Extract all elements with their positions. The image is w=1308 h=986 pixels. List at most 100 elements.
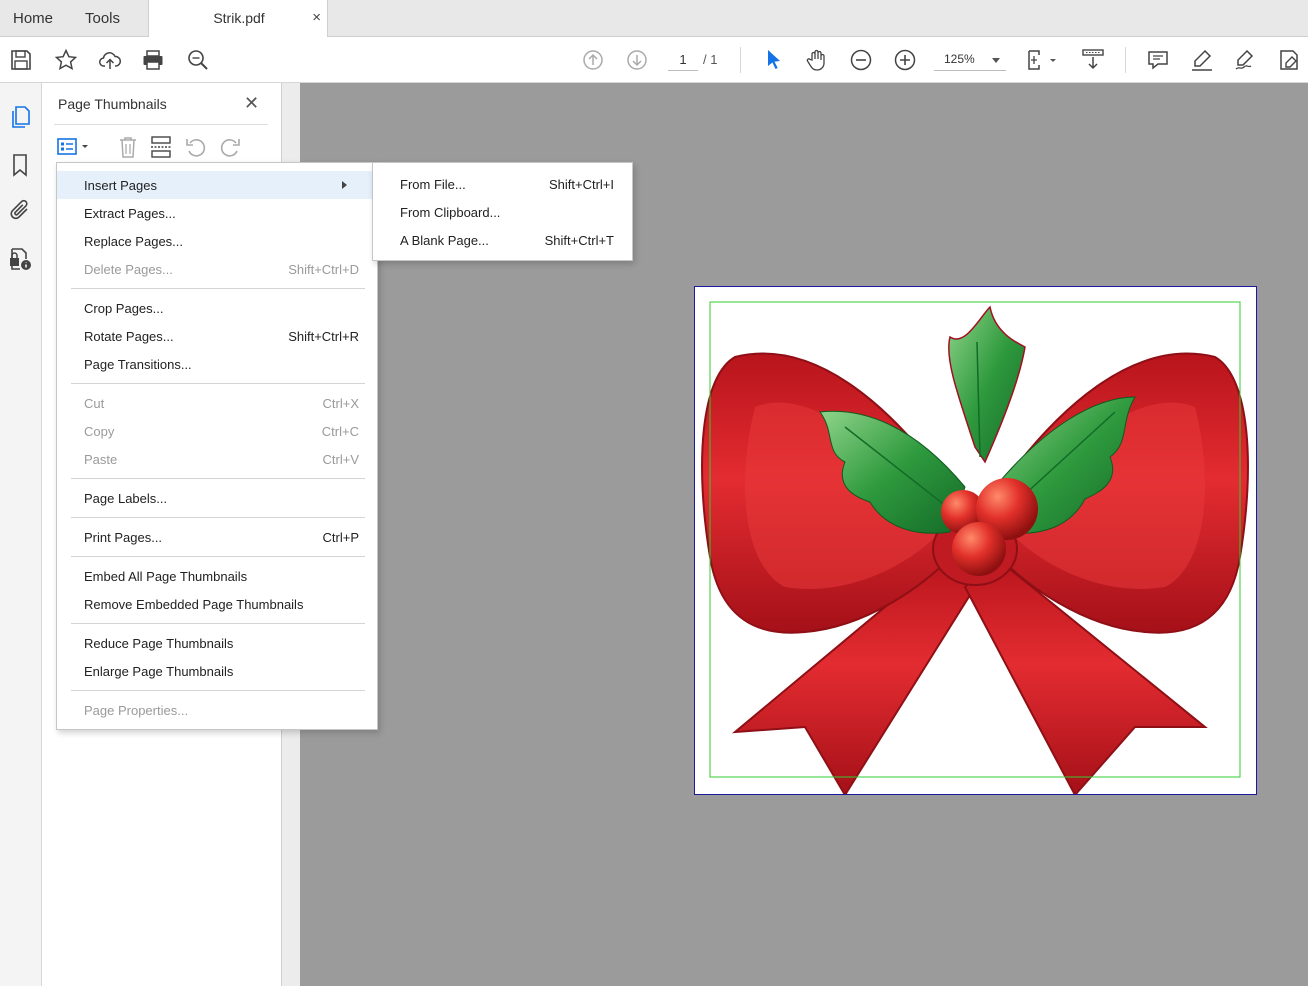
pages-icon[interactable] bbox=[8, 105, 32, 129]
page-fit-icon[interactable] bbox=[1025, 48, 1059, 72]
zoom-out-icon[interactable] bbox=[849, 48, 873, 72]
menu-item-page-transitions[interactable]: Page Transitions... bbox=[57, 350, 377, 378]
menu-item-label: Replace Pages... bbox=[84, 234, 184, 249]
menu-item-embed-all-page-thumbnails[interactable]: Embed All Page Thumbnails bbox=[57, 562, 377, 590]
highlight-icon[interactable] bbox=[1190, 48, 1214, 72]
close-panel-icon[interactable]: ✕ bbox=[244, 93, 259, 114]
zoom-search-icon[interactable] bbox=[186, 48, 210, 72]
menu-separator bbox=[71, 623, 365, 624]
menu-item-label: Embed All Page Thumbnails bbox=[84, 569, 248, 584]
rotate-right-icon[interactable] bbox=[218, 135, 242, 159]
tab-tools[interactable]: Tools bbox=[85, 0, 120, 37]
menu-item-shortcut: Ctrl+P bbox=[322, 530, 359, 545]
page-options-menu: Insert Pages Extract Pages... Replace Page… bbox=[56, 162, 378, 730]
save-icon[interactable] bbox=[9, 48, 33, 72]
submenu-item-shortcut: Shift+Ctrl+I bbox=[548, 177, 614, 192]
toolbar-divider bbox=[1125, 47, 1126, 73]
menu-item-label: Crop Pages... bbox=[84, 301, 164, 316]
menu-item-label: Page Properties... bbox=[84, 703, 189, 718]
menu-item-label: Delete Pages... bbox=[84, 262, 173, 277]
menu-item-shortcut: Shift+Ctrl+R bbox=[288, 329, 359, 344]
tab-home[interactable]: Home bbox=[13, 0, 53, 37]
menu-item-rotate-pages[interactable]: Rotate Pages... Shift+Ctrl+R bbox=[57, 322, 377, 350]
menu-separator bbox=[71, 690, 365, 691]
insert-pages-submenu: From File... Shift+Ctrl+I From Clipboard..… bbox=[372, 162, 633, 261]
bookmark-icon[interactable] bbox=[8, 153, 32, 177]
zoom-dropdown[interactable]: 125% bbox=[934, 49, 1006, 71]
page-total: / 1 bbox=[703, 52, 718, 67]
menu-item-page-labels[interactable]: Page Labels... bbox=[57, 484, 377, 512]
cloud-upload-icon[interactable] bbox=[98, 48, 122, 72]
menu-item-label: Enlarge Page Thumbnails bbox=[84, 664, 234, 679]
menu-item-shortcut: Ctrl+C bbox=[321, 424, 359, 439]
menu-separator bbox=[71, 556, 365, 557]
close-tab-icon[interactable]: × bbox=[312, 9, 321, 26]
menu-item-shortcut: Shift+Ctrl+D bbox=[288, 262, 359, 277]
insert-icon[interactable] bbox=[149, 135, 173, 159]
menu-item-label: Page Transitions... bbox=[84, 357, 192, 372]
toolbar-divider bbox=[740, 47, 741, 73]
rotate-left-icon[interactable] bbox=[184, 135, 208, 159]
submenu-item-from-file[interactable]: From File... Shift+Ctrl+I bbox=[373, 170, 632, 198]
menu-item-shortcut: Ctrl+X bbox=[322, 396, 359, 411]
options-icon[interactable] bbox=[56, 135, 92, 159]
menu-item-copy: Copy Ctrl+C bbox=[57, 417, 377, 445]
menu-item-crop-pages[interactable]: Crop Pages... bbox=[57, 294, 377, 322]
sign-icon[interactable] bbox=[1233, 48, 1257, 72]
tab-bar: Home Tools Strik.pdf × bbox=[0, 0, 1308, 37]
menu-item-label: Page Labels... bbox=[84, 491, 168, 506]
select-cursor-icon[interactable] bbox=[762, 48, 786, 72]
menu-item-replace-pages[interactable]: Replace Pages... bbox=[57, 227, 377, 255]
menu-separator bbox=[71, 478, 365, 479]
menu-item-label: Cut bbox=[84, 396, 105, 411]
attachment-icon[interactable] bbox=[8, 198, 32, 222]
page-number-input[interactable] bbox=[668, 49, 698, 71]
prev-page-icon[interactable] bbox=[581, 48, 605, 72]
menu-item-shortcut: Ctrl+V bbox=[322, 452, 359, 467]
menu-item-cut: Cut Ctrl+X bbox=[57, 389, 377, 417]
menu-item-enlarge-page-thumbnails[interactable]: Enlarge Page Thumbnails bbox=[57, 657, 377, 685]
delete-icon[interactable] bbox=[116, 135, 140, 159]
menu-separator bbox=[71, 383, 365, 384]
comment-icon[interactable] bbox=[1146, 48, 1170, 72]
document-tab-title: Strik.pdf bbox=[213, 10, 265, 26]
menu-item-delete-pages: Delete Pages... Shift+Ctrl+D bbox=[57, 255, 377, 283]
scroll-mode-icon[interactable] bbox=[1081, 48, 1105, 72]
panel-divider bbox=[54, 124, 268, 125]
menu-item-label: Reduce Page Thumbnails bbox=[84, 636, 234, 651]
print-icon[interactable] bbox=[141, 48, 165, 72]
zoom-in-icon[interactable] bbox=[893, 48, 917, 72]
fill-sign-icon[interactable] bbox=[1277, 48, 1301, 72]
pdf-page[interactable] bbox=[694, 286, 1257, 795]
menu-item-page-properties: Page Properties... bbox=[57, 696, 377, 724]
next-page-icon[interactable] bbox=[625, 48, 649, 72]
submenu-item-from-clipboard[interactable]: From Clipboard... bbox=[373, 198, 632, 226]
menu-item-insert-pages[interactable]: Insert Pages bbox=[57, 171, 377, 199]
menu-item-label: Paste bbox=[84, 452, 118, 467]
menu-item-remove-embedded-page-thumbnails[interactable]: Remove Embedded Page Thumbnails bbox=[57, 590, 377, 618]
hand-icon[interactable] bbox=[805, 48, 829, 72]
menu-item-extract-pages[interactable]: Extract Pages... bbox=[57, 199, 377, 227]
submenu-item-label: From Clipboard... bbox=[400, 205, 501, 220]
menu-item-label: Insert Pages bbox=[84, 178, 157, 193]
panel-title: Page Thumbnails bbox=[58, 96, 167, 112]
christmas-bow-with-holly-image bbox=[701, 301, 1249, 794]
menu-item-label: Print Pages... bbox=[84, 530, 163, 545]
tab-document[interactable]: Strik.pdf × bbox=[148, 0, 328, 37]
submenu-item-shortcut: Shift+Ctrl+T bbox=[544, 233, 614, 248]
menu-item-label: Extract Pages... bbox=[84, 206, 176, 221]
chevron-down-icon bbox=[992, 58, 1000, 63]
menu-item-reduce-page-thumbnails[interactable]: Reduce Page Thumbnails bbox=[57, 629, 377, 657]
star-icon[interactable] bbox=[54, 48, 78, 72]
submenu-item-label: From File... bbox=[400, 177, 466, 192]
menu-item-paste: Paste Ctrl+V bbox=[57, 445, 377, 473]
menu-separator bbox=[71, 517, 365, 518]
security-icon[interactable] bbox=[8, 247, 32, 271]
menu-item-label: Remove Embedded Page Thumbnails bbox=[84, 597, 304, 612]
chevron-right-icon bbox=[342, 181, 347, 189]
menu-item-print-pages[interactable]: Print Pages... Ctrl+P bbox=[57, 523, 377, 551]
menu-item-label: Rotate Pages... bbox=[84, 329, 174, 344]
submenu-item-label: A Blank Page... bbox=[400, 233, 489, 248]
submenu-item-a-blank-page[interactable]: A Blank Page... Shift+Ctrl+T bbox=[373, 226, 632, 254]
left-nav-rail bbox=[0, 83, 42, 986]
